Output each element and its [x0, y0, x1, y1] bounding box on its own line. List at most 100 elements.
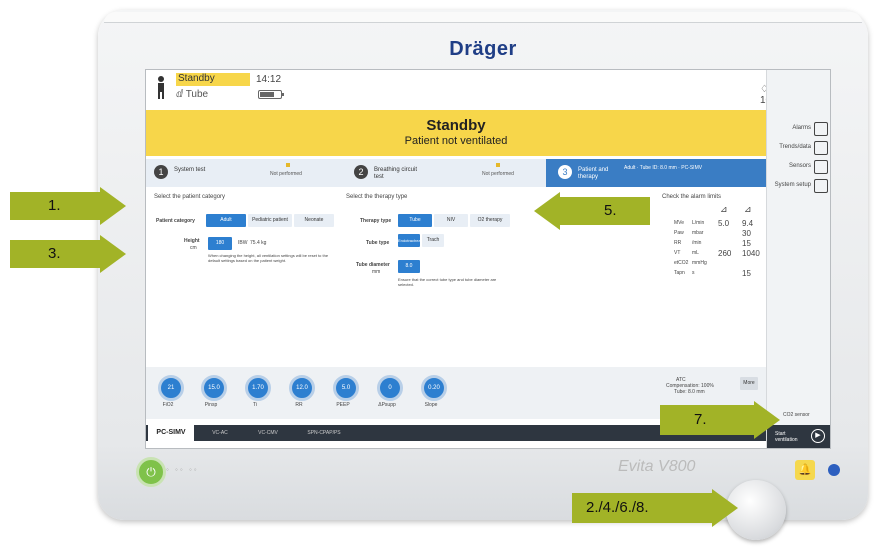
arrow-right-icon: [754, 401, 780, 439]
arrow-body: [660, 405, 756, 435]
alarm-row-mve[interactable]: MVe L/min 5.0 9.4: [674, 219, 764, 228]
height-note: When changing the height, all ventilatio…: [208, 253, 329, 263]
category-neonate-button[interactable]: Neonate: [294, 214, 334, 227]
therapy-control-peep[interactable]: 5.0: [333, 375, 359, 401]
sidebar-label: System setup: [774, 182, 811, 188]
arrow-left-icon: [534, 192, 560, 230]
alarm-limits-title: Check the alarm limits: [662, 194, 722, 200]
patient-icon: [158, 76, 164, 99]
sidebar-label: Alarms: [792, 125, 811, 131]
step-status: Not performed: [482, 171, 514, 177]
control-label: RR: [295, 402, 303, 408]
step-number: 2: [354, 165, 368, 179]
alarm-row-rr[interactable]: RR /min 15: [674, 239, 764, 248]
category-adult-button[interactable]: Adult: [206, 214, 246, 227]
step-circuit-test[interactable]: 2 Breathing circuit test Not performed: [346, 159, 546, 187]
alarm-unit: mbar: [692, 230, 704, 236]
therapy-control-pinsp[interactable]: 15.0: [201, 375, 227, 401]
menu-key[interactable]: [828, 464, 840, 476]
step-label: Breathing circuit test: [374, 167, 418, 180]
callout-5: 5.: [534, 190, 650, 232]
more-settings-button[interactable]: More: [740, 377, 758, 390]
tube-diameter-unit: mm: [372, 269, 381, 275]
sidebar-label: Sensors: [788, 163, 811, 169]
therapy-control-dpsupp[interactable]: 0: [377, 375, 403, 401]
power-icon: ⏻: [146, 465, 156, 479]
right-sidebar: Alarms Trends/data Sensors System setup …: [766, 70, 830, 448]
control-label: FiO2: [162, 402, 174, 408]
power-button[interactable]: ⏻: [136, 457, 166, 487]
alarm-param: VT: [674, 250, 681, 256]
trends-icon: [814, 141, 828, 155]
callout-3: 3.: [10, 233, 126, 275]
alarm-unit: s: [692, 270, 695, 276]
callout-label: 2./4./6./8.: [586, 499, 649, 516]
sidebar-item-system-setup[interactable]: System setup: [767, 179, 830, 193]
height-unit: cm: [190, 245, 197, 251]
warning-icon: [496, 163, 500, 167]
standby-status: Standby: [176, 73, 250, 86]
banner-subtitle: Patient not ventilated: [404, 135, 508, 147]
callout-label: 7.: [694, 411, 707, 428]
alarm-row-etco2[interactable]: etCO2 mmHg: [674, 260, 764, 268]
standby-banner: Standby Patient not ventilated: [146, 110, 766, 156]
therapy-control-rr[interactable]: 12.0: [289, 375, 315, 401]
therapy-control-fio2[interactable]: 21: [158, 375, 184, 401]
control-label: Slope: [424, 402, 438, 408]
sensors-icon: [814, 160, 828, 174]
callout-label: 1.: [48, 197, 61, 214]
co2-sensor-button[interactable]: CO2 sensor: [783, 412, 810, 418]
callout-1: 1.: [10, 185, 126, 227]
therapy-control-ti[interactable]: 1.70: [245, 375, 271, 401]
alarm-unit: mL: [692, 250, 699, 256]
alarm-high: 15: [742, 269, 751, 278]
category-pediatric-button[interactable]: Pediatric patient: [248, 214, 292, 227]
device-top-edge: [104, 12, 862, 23]
callout-label: 3.: [48, 245, 61, 262]
step-patient-therapy[interactable]: 3 Patient and therapy Adult · Tube ID: 8…: [546, 159, 766, 187]
tube-diameter-input[interactable]: 8.0: [398, 260, 420, 273]
mode-spn-cpap[interactable]: SPN-CPAP/PS: [294, 425, 354, 441]
sidebar-item-alarms[interactable]: Alarms: [767, 122, 830, 136]
mode-vc-cmv[interactable]: VC-CMV: [246, 425, 290, 441]
tube-endotracheal-button[interactable]: Endotracheal: [398, 234, 422, 247]
step-number: 3: [558, 165, 572, 179]
ibw-label: IBW: [238, 240, 248, 246]
therapy-control-slope[interactable]: 0.20: [421, 375, 447, 401]
step-label: System test: [174, 167, 206, 173]
alarm-low: 260: [718, 249, 732, 258]
startup-steps: 1 System test Not performed 2 Breathing …: [146, 159, 766, 187]
alarm-param: etCO2: [674, 260, 689, 266]
alarm-silence-key[interactable]: 🔔: [795, 460, 815, 480]
alarm-unit: L/min: [692, 220, 705, 226]
mode-pc-simv[interactable]: PC-SIMV: [148, 425, 194, 441]
alarm-high: 30: [742, 229, 751, 238]
sidebar-item-sensors[interactable]: Sensors: [767, 160, 830, 174]
alarm-param: Tapn: [674, 270, 685, 276]
play-icon: ▶: [811, 429, 825, 443]
status-led-icons: ◦ ◦◦ ◦◦: [166, 465, 199, 474]
control-label: PEEP: [336, 402, 350, 408]
alarm-row-tapn[interactable]: Tapn s 15: [674, 269, 764, 278]
clock: 14:12: [256, 74, 282, 85]
alarm-row-paw[interactable]: Paw mbar 30: [674, 229, 764, 238]
tube-type-label: Tube type: [366, 240, 390, 246]
sidebar-label: Trends/data: [779, 144, 811, 150]
alarm-high: 15: [742, 239, 751, 248]
tube-label: Tube: [185, 89, 209, 100]
alarm-param: Paw: [674, 230, 684, 236]
therapy-o2-button[interactable]: O2 therapy: [470, 214, 510, 227]
therapy-niv-button[interactable]: NIV: [434, 214, 468, 227]
therapy-tube-button[interactable]: Tube: [398, 214, 432, 227]
callout-label: 5.: [604, 202, 617, 219]
arrow-right-icon: [100, 235, 126, 273]
alarm-row-vt[interactable]: VT mL 260 1040: [674, 249, 764, 258]
step-number: 1: [154, 165, 168, 179]
sidebar-item-trends[interactable]: Trends/data: [767, 141, 830, 155]
alarm-unit: mmHg: [692, 260, 707, 266]
step-system-test[interactable]: 1 System test Not performed: [146, 159, 346, 187]
touch-screen: Standby ⅆ Tube 14:12 ♢ 10% Standby Patie…: [145, 69, 831, 449]
tube-trach-button[interactable]: Trach: [422, 234, 444, 247]
height-input[interactable]: 180: [208, 237, 232, 250]
mode-vc-ac[interactable]: VC-AC: [198, 425, 242, 441]
